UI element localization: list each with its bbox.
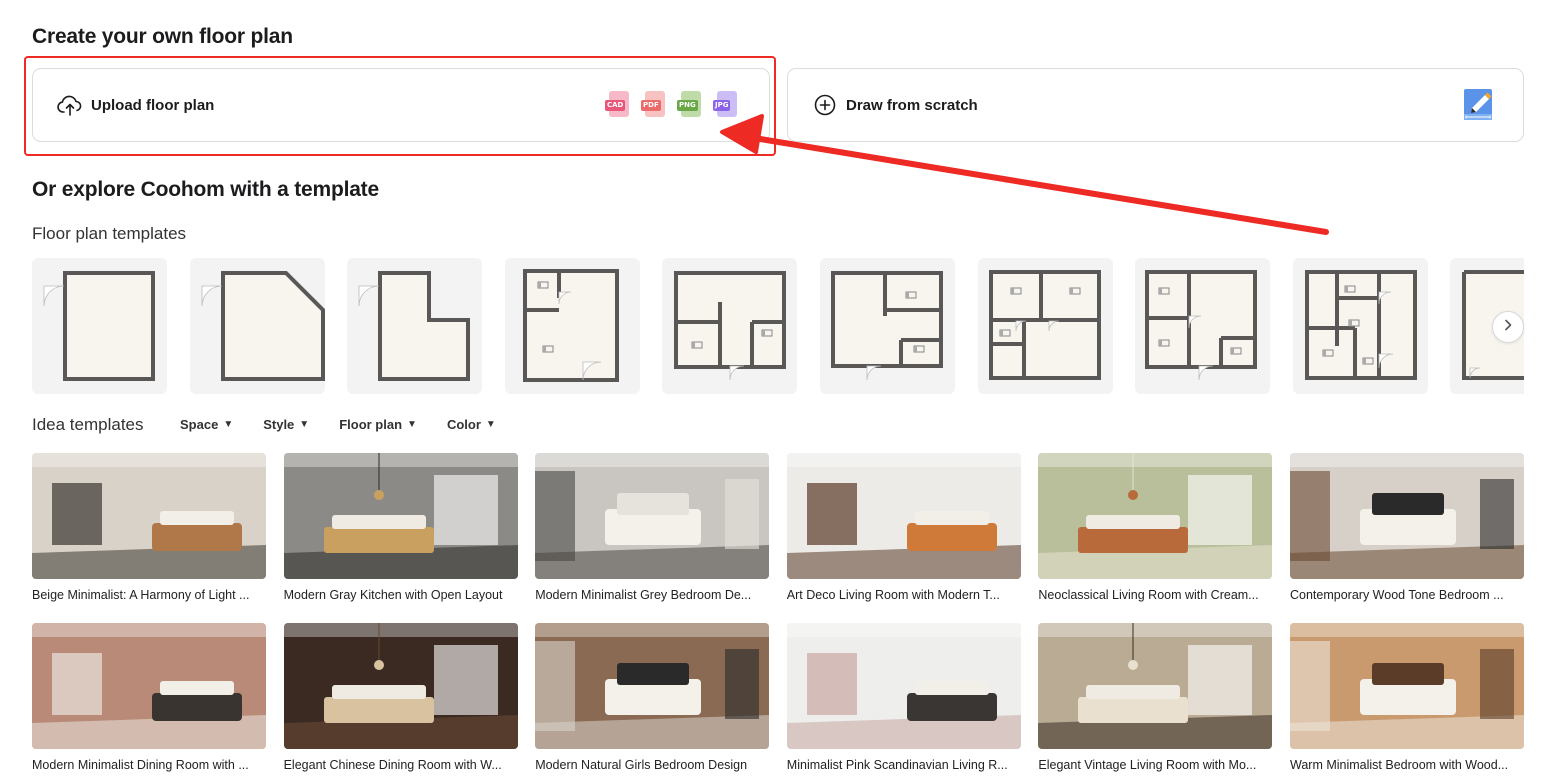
idea-template-image <box>32 623 266 749</box>
idea-template-caption: Neoclassical Living Room with Cream... <box>1038 588 1259 602</box>
floor-plan-template-1[interactable] <box>32 258 167 394</box>
idea-template-caption: Beige Minimalist: A Harmony of Light ... <box>32 588 250 602</box>
file-type-label: PDF <box>641 100 661 111</box>
file-type-badge-pdf: PDF <box>641 91 667 119</box>
create-floor-plan-heading: Create your own floor plan <box>32 25 293 48</box>
floor-plan-template-3[interactable] <box>347 258 483 394</box>
idea-templates-heading: Idea templates <box>32 415 144 434</box>
upload-floor-plan-button[interactable]: Upload floor plan CAD PDF PNG JPG <box>32 68 770 142</box>
floor-plan-drawing <box>522 269 619 382</box>
idea-template-image <box>1038 453 1273 579</box>
caret-down-icon: ▼ <box>299 419 310 430</box>
file-type-label: CAD <box>605 100 626 111</box>
idea-template-caption: Art Deco Living Room with Modern T... <box>786 588 1000 602</box>
filter-color[interactable]: Color ▼ <box>447 417 496 432</box>
floor-plan-drawing <box>43 271 155 381</box>
idea-template-card[interactable]: Elegant Vintage Living Room with Mo... <box>1038 623 1273 772</box>
idea-template-image <box>535 623 770 749</box>
cloud-upload-icon <box>57 94 83 118</box>
floor-plan-template-4[interactable] <box>504 258 640 394</box>
idea-template-caption: Contemporary Wood Tone Bedroom ... <box>1290 588 1504 602</box>
idea-template-image <box>535 453 770 579</box>
idea-template-image <box>786 453 1021 579</box>
idea-template-image <box>283 453 518 579</box>
floor-plan-drawing <box>831 271 943 381</box>
idea-template-card[interactable]: Beige Minimalist: A Harmony of Light ... <box>32 453 266 602</box>
idea-template-caption: Modern Minimalist Grey Bedroom De... <box>535 588 752 602</box>
floor-plan-template-5[interactable] <box>662 258 798 394</box>
file-type-badge-jpg: JPG <box>713 91 739 119</box>
idea-template-card[interactable]: Warm Minimalist Bedroom with Wood... <box>1290 623 1524 772</box>
floor-plan-template-carousel <box>32 258 1524 394</box>
floor-plan-templates-heading: Floor plan templates <box>32 224 187 243</box>
idea-template-caption: Elegant Chinese Dining Room with W... <box>283 758 502 772</box>
plus-circle-icon <box>814 94 840 118</box>
idea-template-card[interactable]: Contemporary Wood Tone Bedroom ... <box>1290 453 1524 602</box>
idea-template-image <box>283 623 518 749</box>
idea-template-caption: Modern Gray Kitchen with Open Layout <box>283 588 503 602</box>
idea-template-caption: Warm Minimalist Bedroom with Wood... <box>1290 758 1509 772</box>
draw-from-scratch-label: Draw from scratch <box>846 97 978 114</box>
filter-style-label: Style <box>263 417 295 432</box>
explore-heading: Or explore Coohom with a template <box>32 178 379 201</box>
draw-from-scratch-button[interactable]: Draw from scratch <box>787 68 1524 142</box>
idea-template-caption: Elegant Vintage Living Room with Mo... <box>1038 758 1257 772</box>
file-type-badges: CAD PDF PNG JPG <box>605 91 739 119</box>
idea-template-filters: Space ▼ Style ▼ Floor plan ▼ Color ▼ <box>180 417 526 432</box>
idea-template-card[interactable]: Modern Minimalist Dining Room with ... <box>32 623 266 772</box>
file-type-badge-png: PNG <box>677 91 703 119</box>
filter-space[interactable]: Space ▼ <box>180 417 233 432</box>
filter-style[interactable]: Style ▼ <box>263 417 309 432</box>
idea-template-card[interactable]: Elegant Chinese Dining Room with W... <box>283 623 518 772</box>
idea-template-image <box>32 453 266 579</box>
floor-plan-drawing <box>201 271 325 381</box>
floor-plan-drawing <box>1304 270 1417 380</box>
idea-template-caption: Modern Natural Girls Bedroom Design <box>535 758 748 772</box>
file-type-label: JPG <box>713 100 731 111</box>
floor-plan-drawing <box>358 271 471 381</box>
filter-space-label: Space <box>180 417 219 432</box>
floor-plan-drawing <box>674 271 787 381</box>
idea-template-card[interactable]: Art Deco Living Room with Modern T... <box>786 453 1021 602</box>
idea-template-caption: Minimalist Pink Scandinavian Living R... <box>786 758 1008 772</box>
file-type-label: PNG <box>677 100 698 111</box>
floor-plan-template-8[interactable] <box>1135 258 1271 394</box>
idea-template-card[interactable]: Neoclassical Living Room with Cream... <box>1038 453 1273 602</box>
idea-template-card[interactable]: Minimalist Pink Scandinavian Living R... <box>786 623 1021 772</box>
floor-plan-template-6[interactable] <box>820 258 955 394</box>
caret-down-icon: ▼ <box>407 419 417 430</box>
filter-color-label: Color <box>446 417 481 432</box>
floor-plan-template-9[interactable] <box>1292 258 1428 394</box>
file-type-badge-cad: CAD <box>605 91 631 119</box>
caret-down-icon: ▼ <box>485 419 496 430</box>
idea-template-card[interactable]: Modern Minimalist Grey Bedroom De... <box>535 453 770 602</box>
idea-template-image <box>786 623 1021 749</box>
caret-down-icon: ▼ <box>223 419 234 430</box>
filter-floor-plan-label: Floor plan <box>339 417 403 432</box>
idea-template-card[interactable]: Modern Gray Kitchen with Open Layout <box>283 453 518 602</box>
filter-floor-plan[interactable]: Floor plan ▼ <box>339 417 417 432</box>
carousel-next-button[interactable] <box>1492 311 1524 343</box>
floor-plan-template-2[interactable] <box>189 258 325 394</box>
floor-plan-drawing <box>988 270 1101 380</box>
upload-floor-plan-label: Upload floor plan <box>91 97 215 114</box>
idea-template-card[interactable]: Modern Natural Girls Bedroom Design <box>535 623 770 772</box>
floor-plan-template-7[interactable] <box>977 258 1113 394</box>
pencil-blueprint-icon <box>1463 87 1495 123</box>
chevron-right-icon <box>1503 318 1513 336</box>
idea-template-image <box>1038 623 1273 749</box>
idea-template-image <box>1290 453 1524 579</box>
idea-template-image <box>1290 623 1524 749</box>
idea-template-caption: Modern Minimalist Dining Room with ... <box>32 758 249 772</box>
floor-plan-drawing <box>1145 270 1258 381</box>
